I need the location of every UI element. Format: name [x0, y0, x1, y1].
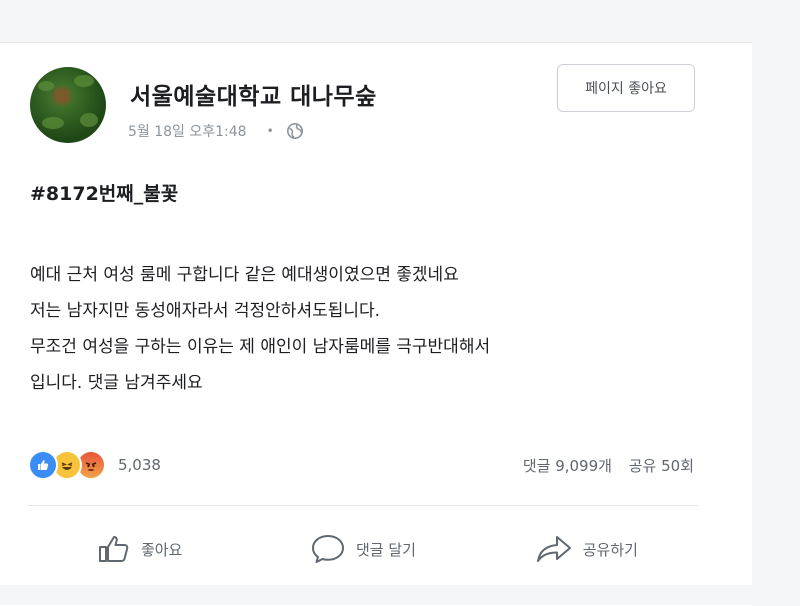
share-arrow-icon: [536, 536, 571, 562]
post-line: 예대 근처 여성 룸메 구합니다 같은 예대생이였으면 좋겠네요: [30, 265, 459, 285]
post-actions-bar: 좋아요 댓글 달기 공유하기: [28, 519, 698, 579]
facebook-post-card: 서울예술대학교 대나무숲 5월 18일 오후1:48 • 페이지 좋아요 #81…: [0, 42, 752, 606]
thumbs-up-icon: [98, 536, 129, 562]
comment-count[interactable]: 댓글 9,099개: [523, 457, 612, 475]
reaction-count: 5,038: [118, 456, 161, 474]
post-body: 예대 근처 여성 룸메 구합니다 같은 예대생이였으면 좋겠네요 저는 남자지만…: [30, 257, 730, 401]
post-meta: 5월 18일 오후1:48 •: [128, 121, 304, 141]
avatar-foliage: [80, 113, 98, 127]
comment-button[interactable]: 댓글 달기: [251, 519, 474, 579]
like-reaction-icon: [28, 450, 58, 480]
actions-divider: [28, 505, 698, 506]
comment-button-label: 댓글 달기: [356, 540, 416, 559]
share-button[interactable]: 공유하기: [475, 519, 698, 579]
avatar-foliage: [38, 81, 54, 91]
like-button[interactable]: 좋아요: [28, 519, 251, 579]
reactions-summary[interactable]: 5,038: [28, 450, 161, 480]
post-hashtag[interactable]: #8172번째_불꽃: [30, 179, 178, 206]
meta-separator: •: [266, 124, 274, 138]
avatar-foliage: [42, 117, 64, 129]
comment-bubble-icon: [312, 535, 344, 563]
post-timestamp[interactable]: 5월 18일 오후1:48: [128, 121, 247, 141]
like-page-button[interactable]: 페이지 좋아요: [557, 64, 695, 112]
post-line: 무조건 여성을 구하는 이유는 제 애인이 남자룸메를 극구반대해서: [30, 337, 491, 357]
share-button-label: 공유하기: [582, 540, 638, 559]
share-count[interactable]: 공유 50회: [629, 457, 694, 475]
like-button-label: 좋아요: [140, 540, 183, 559]
post-line: 저는 남자지만 동성애자라서 걱정안하셔도됩니다.: [30, 301, 381, 321]
globe-icon: [286, 122, 303, 140]
page-avatar[interactable]: [30, 67, 106, 143]
avatar-foliage: [74, 75, 94, 87]
post-stats: 댓글 9,099개 공유 50회: [523, 455, 694, 476]
feed-background: [0, 585, 800, 605]
post-line: 입니다. 댓글 남겨주세요: [30, 373, 203, 393]
page-name[interactable]: 서울예술대학교 대나무숲: [130, 77, 377, 111]
